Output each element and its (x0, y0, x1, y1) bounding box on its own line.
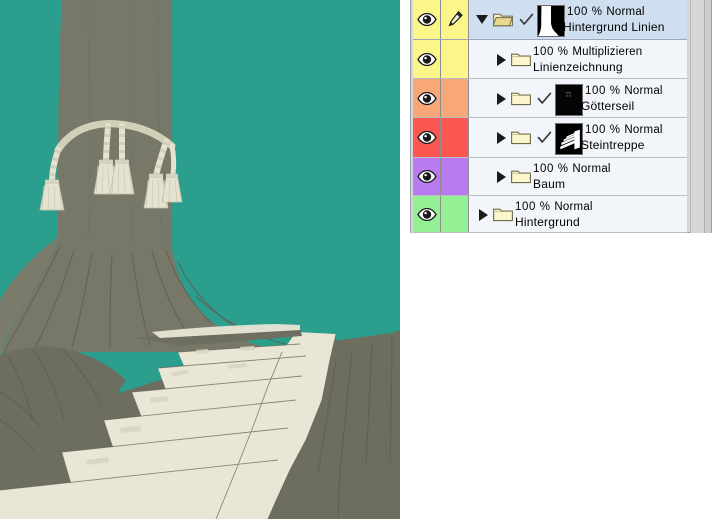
layer-visibility-toggle-hintergrund[interactable] (413, 196, 441, 232)
folder-closed-icon[interactable] (511, 52, 531, 72)
layer-thumbnail-hintergrund-linien[interactable] (537, 5, 565, 37)
layer-edit-target-hintergrund-linien[interactable] (441, 0, 469, 39)
layer-thumbnail-steintreppe[interactable] (555, 123, 583, 155)
layer-visibility-toggle-baum[interactable] (413, 158, 441, 195)
layer-color-swatch-edit-baum[interactable] (441, 158, 469, 195)
layer-visibility-toggle-goetterseil[interactable] (413, 79, 441, 117)
layer-opacity-goetterseil: 100 % (585, 85, 625, 97)
layer-row-list[interactable]: 100 % Normal Hintergrund Linien 100 % Mult… (413, 0, 687, 233)
layer-opacity-blend-hintergrund: 100 % Normal (515, 201, 593, 213)
layer-opacity-blend-goetterseil: 100 % Normal (585, 85, 663, 97)
folder-closed-icon[interactable] (511, 169, 531, 189)
eye-icon[interactable] (417, 52, 437, 66)
folder-closed-icon[interactable] (511, 130, 531, 150)
layer-name-linienzeichnung: Linienzeichnung (533, 60, 623, 74)
layer-opacity-blend-baum: 100 % Normal (533, 163, 611, 175)
layer-opacity-blend-steintreppe: 100 % Normal (585, 124, 663, 136)
layer-row-body-hintergrund[interactable]: 100 % Normal Hintergrund (470, 196, 687, 232)
layer-name-hintergrund: Hintergrund (515, 215, 580, 229)
layer-row-hintergrund[interactable]: 100 % Normal Hintergrund (413, 196, 687, 233)
folder-closed-icon[interactable] (493, 207, 513, 222)
tassel-3-band (115, 160, 129, 164)
eye-icon[interactable] (417, 207, 437, 221)
folder-closed-icon[interactable] (493, 207, 513, 227)
layer-color-swatch-edit-linienzeichnung[interactable] (441, 40, 469, 78)
pen-icon[interactable] (447, 10, 463, 29)
layer-name-hintergrund-linien: Hintergrund Linien (563, 20, 665, 34)
eye-icon[interactable] (417, 13, 437, 26)
thumbnail-rope (556, 85, 582, 115)
layer-visibility-toggle-steintreppe[interactable] (413, 118, 441, 157)
triangle-right-icon[interactable] (497, 132, 506, 144)
eye-icon[interactable] (417, 131, 437, 144)
layer-row-body-hintergrund-linien[interactable]: 100 % Normal Hintergrund Linien (470, 0, 687, 39)
layer-row-baum[interactable]: 100 % Normal Baum (413, 158, 687, 196)
layer-opacity-blend-linienzeichnung: 100 % Multiplizieren (533, 46, 643, 58)
thumbnail-stairs (556, 124, 582, 154)
layer-row-goetterseil[interactable]: 100 % Normal Götterseil (413, 79, 687, 118)
folder-open-icon[interactable] (492, 12, 514, 27)
artwork-canvas[interactable] (0, 0, 400, 519)
layer-clipping-check-hintergrund-linien[interactable] (519, 13, 534, 32)
layer-visibility-toggle-linienzeichnung[interactable] (413, 40, 441, 78)
layer-color-swatch-edit-hintergrund[interactable] (441, 196, 469, 232)
layer-opacity-baum: 100 % (533, 163, 573, 175)
tassel-1-band (45, 180, 59, 184)
check-icon[interactable] (537, 131, 552, 145)
folder-closed-icon[interactable] (511, 91, 531, 106)
eye-icon[interactable] (417, 170, 437, 183)
layer-row-body-linienzeichnung[interactable]: 100 % Multiplizieren Linienzeichnung (470, 40, 687, 78)
layer-row-hintergrund-linien[interactable]: 100 % Normal Hintergrund Linien (413, 0, 687, 40)
triangle-right-icon[interactable] (479, 209, 488, 221)
folder-closed-icon[interactable] (511, 169, 531, 184)
layer-row-steintreppe[interactable]: 100 % Normal Steintreppe (413, 118, 687, 158)
app-window: 100 % Normal Hintergrund Linien 100 % Mult… (0, 0, 722, 519)
check-icon[interactable] (537, 92, 552, 106)
folder-closed-icon[interactable] (511, 130, 531, 145)
layer-visibility-toggle-hintergrund-linien[interactable] (413, 0, 441, 39)
rope-strand-5 (169, 143, 177, 177)
layer-clipping-check-goetterseil[interactable] (537, 92, 552, 111)
layer-opacity-steintreppe: 100 % (585, 124, 625, 136)
layer-opacity-linienzeichnung: 100 % (533, 46, 573, 58)
layer-opacity-hintergrund: 100 % (515, 201, 555, 213)
check-icon[interactable] (519, 13, 534, 27)
layer-name-goetterseil: Götterseil (581, 99, 635, 113)
tassel-2-band (99, 160, 113, 164)
layer-color-swatch-edit-steintreppe[interactable] (441, 118, 469, 157)
layer-opacity-blend-hintergrund-linien: 100 % Normal (567, 6, 645, 18)
triangle-right-icon[interactable] (497, 54, 506, 66)
layer-row-linienzeichnung[interactable]: 100 % Multiplizieren Linienzeichnung (413, 40, 687, 79)
layer-clipping-check-steintreppe[interactable] (537, 131, 552, 150)
layer-row-body-goetterseil[interactable]: 100 % Normal Götterseil (470, 79, 687, 117)
layer-opacity-hintergrund-linien: 100 % (567, 6, 607, 18)
layer-color-swatch-edit-goetterseil[interactable] (441, 79, 469, 117)
triangle-right-icon[interactable] (497, 93, 506, 105)
triangle-down-icon[interactable] (476, 15, 488, 24)
layer-panel-scroll-trough[interactable] (704, 0, 711, 233)
thumbnail-tree-silhouette (538, 6, 564, 36)
triangle-right-icon[interactable] (497, 171, 506, 183)
folder-closed-icon[interactable] (511, 91, 531, 111)
layer-row-body-baum[interactable]: 100 % Normal Baum (470, 158, 687, 195)
layer-thumbnail-goetterseil[interactable] (555, 84, 583, 116)
layer-row-body-steintreppe[interactable]: 100 % Normal Steintreppe (470, 118, 687, 157)
eye-icon[interactable] (417, 91, 437, 105)
folder-open-icon[interactable] (492, 12, 514, 32)
tassel-5-band (166, 174, 178, 178)
layer-panel[interactable]: 100 % Normal Hintergrund Linien 100 % Mult… (410, 0, 712, 233)
layer-name-baum: Baum (533, 177, 566, 191)
folder-closed-icon[interactable] (511, 52, 531, 67)
layer-name-steintreppe: Steintreppe (581, 138, 645, 152)
artwork-illustration (0, 0, 400, 519)
tassel-4-band (149, 174, 163, 178)
